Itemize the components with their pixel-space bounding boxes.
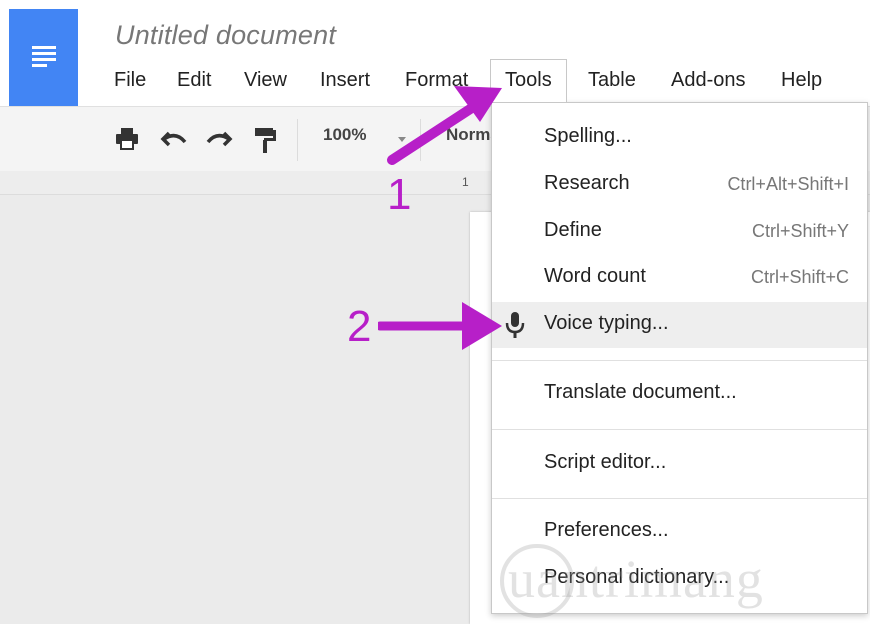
menu-format[interactable]: Format	[391, 60, 482, 100]
paint-format-icon[interactable]	[252, 127, 278, 155]
menu-item-word-count[interactable]: Word count Ctrl+Shift+C	[492, 255, 867, 299]
menu-item-define[interactable]: Define Ctrl+Shift+Y	[492, 209, 867, 253]
menu-separator	[492, 360, 867, 361]
docs-logo-icon[interactable]	[9, 9, 78, 106]
menu-item-shortcut: Ctrl+Alt+Shift+I	[727, 174, 849, 194]
menu-add-ons[interactable]: Add-ons	[657, 60, 760, 100]
menu-item-research[interactable]: Research Ctrl+Alt+Shift+I	[492, 162, 867, 206]
toolbar-separator	[420, 119, 421, 161]
menu-item-spelling[interactable]: Spelling...	[492, 115, 867, 159]
menu-item-translate-document[interactable]: Translate document...	[492, 371, 867, 415]
toolbar-separator	[297, 119, 298, 161]
menu-table[interactable]: Table	[574, 60, 650, 100]
menu-item-label: Research	[544, 172, 630, 194]
microphone-icon	[505, 312, 525, 338]
menu-insert[interactable]: Insert	[306, 60, 384, 100]
menu-file[interactable]: File	[100, 60, 160, 100]
style-select[interactable]: Normal text	[446, 125, 492, 145]
menu-separator	[492, 429, 867, 430]
menu-item-label: Preferences...	[544, 519, 669, 541]
annotation-step-1: 1	[387, 170, 412, 219]
menu-item-shortcut: Ctrl+Shift+C	[750, 267, 849, 287]
menubar: File Edit View Insert Format Tools Table…	[100, 59, 860, 102]
menu-tools[interactable]: Tools	[490, 59, 567, 102]
menu-edit[interactable]: Edit	[163, 60, 225, 100]
menu-item-script-editor[interactable]: Script editor...	[492, 441, 867, 485]
document-title[interactable]: Untitled document	[115, 20, 336, 51]
menu-item-label: Script editor...	[544, 451, 667, 473]
menu-item-label: Define	[544, 219, 602, 241]
menu-item-label: Translate document...	[544, 381, 737, 403]
zoom-select[interactable]: 100%	[323, 125, 366, 145]
menu-item-label: Spelling...	[544, 125, 632, 147]
menu-help[interactable]: Help	[767, 60, 836, 100]
menu-item-label: Voice typing...	[544, 312, 669, 334]
menu-view[interactable]: View	[230, 60, 301, 100]
annotation-step-2: 2	[347, 302, 372, 351]
undo-icon[interactable]	[160, 127, 188, 151]
menu-separator	[492, 498, 867, 499]
print-icon[interactable]	[114, 127, 140, 151]
redo-icon[interactable]	[205, 127, 233, 151]
tools-menu: Spelling... Research Ctrl+Alt+Shift+I De…	[491, 102, 868, 614]
chevron-down-icon	[398, 137, 406, 142]
menu-item-label: Word count	[544, 265, 646, 287]
ruler-mark: 1	[462, 175, 469, 189]
menu-item-voice-typing[interactable]: Voice typing...	[492, 302, 867, 348]
watermark: uantrimang	[508, 549, 764, 609]
menu-item-shortcut: Ctrl+Shift+Y	[751, 221, 849, 241]
